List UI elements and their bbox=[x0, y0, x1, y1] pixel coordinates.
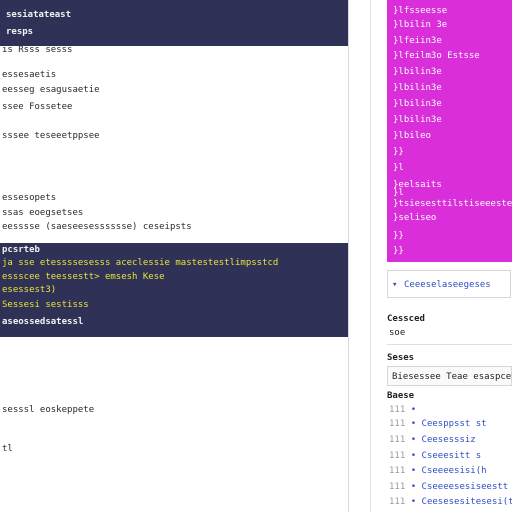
code-line: is Rsss sesss bbox=[2, 45, 73, 55]
list-link[interactable]: Ceesppsst st bbox=[422, 419, 487, 429]
editor-pane[interactable]: sesiatateast resps is Rsss sesss essesae… bbox=[0, 0, 348, 512]
info-field[interactable]: Biesessee Teae esaspcete bbox=[387, 366, 512, 386]
line-number: 111 bbox=[389, 435, 406, 445]
preview-line: }lfsseesse bbox=[393, 6, 448, 16]
list-item[interactable]: 111 • Ceesesesitesesi(th bbox=[389, 497, 512, 507]
editor-header-block: sesiatateast resps bbox=[0, 0, 348, 46]
code-line: sesssl eoskeppete bbox=[2, 405, 95, 415]
section-title: Baese bbox=[387, 391, 415, 401]
bullet-icon: • bbox=[410, 451, 417, 461]
bullet-icon: • bbox=[410, 466, 417, 476]
code-line: essesopets bbox=[2, 193, 57, 203]
code-line: ssas eoegsetses bbox=[2, 208, 84, 218]
code-line: esessest3) bbox=[2, 285, 57, 295]
line-number: 111 bbox=[389, 419, 406, 429]
list-link[interactable]: Cseeeesisi(h bbox=[422, 466, 487, 476]
outline-dropdown[interactable]: ▾ Ceeeselaseegeses bbox=[387, 270, 511, 298]
preview-line: }lbilin3e bbox=[393, 83, 442, 93]
preview-line: }lbileo bbox=[393, 131, 431, 141]
list-item[interactable]: 111 • Cseeeesisi(h bbox=[389, 466, 487, 476]
bullet-icon: • bbox=[410, 419, 417, 429]
section-value: soe bbox=[389, 328, 406, 338]
divider bbox=[387, 344, 512, 345]
preview-line: }lbilin3e bbox=[393, 67, 442, 77]
preview-line: }l bbox=[393, 188, 404, 198]
code-line: Sessesi sestisss bbox=[2, 300, 89, 310]
list-item[interactable]: 111 • bbox=[389, 405, 416, 415]
code-line: essscee teessestt> emsesh Kese bbox=[2, 272, 165, 282]
code-line: essesaetis bbox=[2, 70, 57, 80]
preview-line: }} bbox=[393, 246, 404, 256]
preview-line: }lbilin 3e bbox=[393, 20, 448, 30]
section-title: Seses bbox=[387, 353, 415, 363]
code-preview-panel[interactable]: }lfsseesse }lbilin 3e }lfeiin3e }lfeilm3… bbox=[387, 0, 512, 262]
preview-line: }lfeiin3e bbox=[393, 36, 442, 46]
preview-line: }tsiesesttilstiseeestesry bbox=[393, 199, 512, 209]
line-number: 111 bbox=[389, 466, 406, 476]
preview-line: }lbilin3e bbox=[393, 99, 442, 109]
code-line: eesssse (saeseesesssssse) ceseipsts bbox=[2, 222, 192, 232]
editor-title: sesiatateast bbox=[6, 10, 72, 20]
list-item[interactable]: 111 • Ceesesssiz bbox=[389, 435, 476, 445]
line-number: 111 bbox=[389, 497, 406, 507]
pane-divider[interactable] bbox=[348, 0, 349, 512]
bullet-icon: • bbox=[410, 435, 417, 445]
section-title: Cessced bbox=[387, 314, 425, 324]
code-line: tl bbox=[2, 444, 13, 454]
code-line: sssee teseeetppsee bbox=[2, 131, 100, 141]
list-item[interactable]: 111 • Cseeeesesiseestt bbox=[389, 482, 508, 492]
preview-line: }lbilin3e bbox=[393, 115, 442, 125]
chevron-down-icon: ▾ bbox=[392, 280, 398, 290]
line-number: 111 bbox=[389, 482, 406, 492]
line-number: 111 bbox=[389, 405, 406, 415]
list-link[interactable]: Ceesesesitesesi(th bbox=[422, 497, 512, 507]
bullet-icon: • bbox=[410, 482, 417, 492]
info-text: Biesessee Teae esaspcete bbox=[392, 372, 512, 382]
list-item[interactable]: 111 • Cseeesitt s bbox=[389, 451, 481, 461]
preview-line: }lfeilm3o Estsse bbox=[393, 51, 480, 61]
gutter-divider bbox=[370, 0, 371, 512]
list-link[interactable]: Cseeeesesiseestt bbox=[422, 482, 509, 492]
code-line: pcsrteb bbox=[2, 245, 40, 255]
editor-subtitle: resps bbox=[6, 27, 34, 37]
preview-line: }} bbox=[393, 147, 404, 157]
bullet-icon: • bbox=[410, 405, 417, 415]
code-line: eesseg esagusaetie bbox=[2, 85, 100, 95]
selected-code-block[interactable]: pcsrteb ja sse etessssesesss aceclessie … bbox=[0, 243, 348, 337]
preview-line: }} bbox=[393, 231, 404, 241]
preview-line: }l bbox=[393, 163, 404, 173]
line-number: 111 bbox=[389, 451, 406, 461]
code-line: ssee Fossetee bbox=[2, 102, 73, 112]
code-line: aseossedsatessl bbox=[2, 317, 84, 327]
list-link[interactable]: Cseeesitt s bbox=[422, 451, 482, 461]
list-link[interactable]: Ceesesssiz bbox=[422, 435, 476, 445]
list-item[interactable]: 111 • Ceesppsst st bbox=[389, 419, 487, 429]
outline-label: Ceeeselaseegeses bbox=[404, 280, 491, 290]
preview-line: }seliseo bbox=[393, 213, 437, 223]
bullet-icon: • bbox=[410, 497, 417, 507]
code-line: ja sse etessssesesss aceclessie masteste… bbox=[2, 258, 279, 268]
